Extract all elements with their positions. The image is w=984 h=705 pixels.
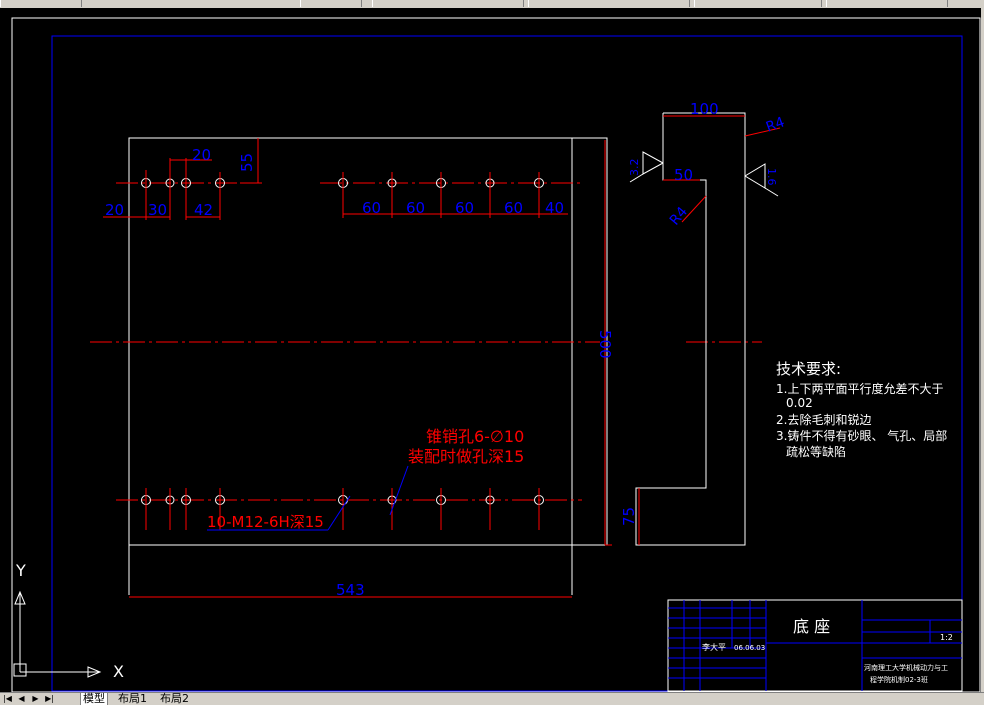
drawing-scale: 1:2: [940, 633, 953, 642]
tab-model[interactable]: 模型: [80, 693, 108, 705]
requirement-1-line1: 1.上下两平面平行度允差不大于: [776, 381, 943, 396]
dim-60-1: 60: [362, 199, 381, 217]
toolbar-segment[interactable]: [694, 0, 822, 7]
roughness-right: 1.6: [765, 168, 778, 186]
dim-40: 40: [545, 199, 564, 217]
dim-50: 50: [674, 166, 693, 184]
toolbar-segment[interactable]: [372, 0, 524, 7]
radius-r4-top: R4: [764, 114, 787, 135]
thread-hole-note: 10-M12-6H深15: [207, 513, 324, 531]
requirement-3-line2: 疏松等缺陷: [786, 444, 846, 459]
cad-drawing: 20 30 42 20 55 60 60 60 60 40 500 543 锥销…: [11, 17, 981, 693]
dim-60-3: 60: [455, 199, 474, 217]
drawing-viewport[interactable]: 20 30 42 20 55 60 60 60 60 40 500 543 锥销…: [0, 8, 984, 693]
roughness-left: 3.2: [628, 159, 641, 177]
toolbar-segment[interactable]: [826, 0, 948, 7]
dim-60-4: 60: [504, 199, 523, 217]
first-tab-icon[interactable]: |◀: [2, 694, 13, 704]
dim-20-left: 20: [105, 201, 124, 219]
toolbar-segment[interactable]: [300, 0, 362, 7]
top-dimension-lines: [103, 138, 568, 218]
dim-100: 100: [690, 100, 719, 118]
toolbar-segment[interactable]: [0, 0, 82, 7]
dim-543: 543: [336, 581, 365, 599]
requirement-2: 2.去除毛刺和锐边: [776, 412, 871, 427]
dim-55: 55: [238, 153, 256, 172]
school-line1: 河南理工大学机械动力与工: [864, 663, 948, 672]
dim-30: 30: [148, 201, 167, 219]
toolbar-segment[interactable]: [528, 0, 690, 7]
school-line2: 程学院机制02-3班: [870, 675, 928, 684]
ucs-icon: [13, 590, 102, 678]
dim-60-2: 60: [406, 199, 425, 217]
requirement-1-line2: 0.02: [786, 396, 813, 410]
outer-border: [11, 17, 981, 693]
drawn-by: 李大平: [702, 642, 726, 652]
pin-hole-note-line1: 锥销孔6-∅10: [426, 427, 524, 446]
tab-layout2[interactable]: 布局2: [158, 693, 191, 705]
tab-layout1[interactable]: 布局1: [116, 693, 149, 705]
pin-hole-leader: [389, 465, 409, 516]
last-tab-icon[interactable]: ▶|: [44, 694, 55, 704]
requirements-title: 技术要求:: [776, 360, 841, 378]
drawing-date: 06.06.03: [734, 644, 765, 652]
prev-tab-icon[interactable]: ◀: [16, 694, 27, 704]
next-tab-icon[interactable]: ▶: [30, 694, 41, 704]
ucs-x-label: X: [113, 662, 124, 681]
pin-hole-note-line2: 装配时做孔深15: [408, 447, 524, 466]
layout-tab-bar: |◀ ◀ ▶ ▶| 模型 布局1 布局2: [0, 692, 984, 705]
side-dimension-lines: [638, 115, 781, 545]
radius-r4-mid: R4: [667, 204, 691, 229]
dim-500: 500: [596, 330, 614, 359]
dim-75: 75: [620, 507, 638, 526]
dim-42: 42: [194, 201, 213, 219]
ucs-y-label: Y: [15, 561, 26, 580]
dim-20-top: 20: [192, 146, 211, 164]
part-name: 底 座: [793, 617, 830, 636]
bottom-hole-centers: [145, 488, 540, 530]
requirement-3-line1: 3.铸件不得有砂眼、 气孔、局部: [776, 428, 947, 443]
